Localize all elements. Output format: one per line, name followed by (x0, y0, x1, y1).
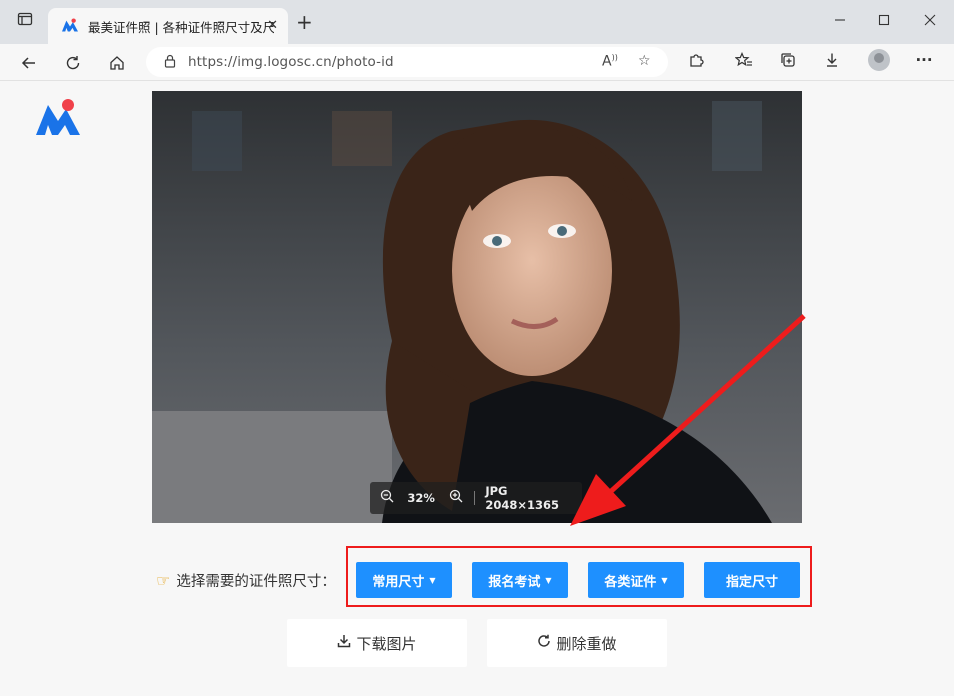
tab-active[interactable]: 最美证件照 | 各种证件照尺寸及尺 ✕ (48, 8, 288, 44)
zoom-level: 32% (407, 491, 435, 505)
pointing-hand-icon: ☞ (156, 571, 171, 590)
certificate-size-button[interactable]: 各类证件 ▼ (588, 562, 684, 598)
uploaded-photo (152, 91, 802, 523)
lock-icon[interactable] (164, 53, 176, 72)
zoom-in-icon[interactable] (447, 489, 464, 507)
image-info: JPG 2048×1365 (485, 484, 559, 512)
plus-icon[interactable]: + (296, 12, 313, 32)
favorites-icon[interactable] (734, 50, 754, 70)
address-bar[interactable]: https://img.logosc.cn/photo-id A)) ☆ (146, 47, 668, 77)
window-icon[interactable] (14, 8, 36, 30)
zoom-out-icon[interactable] (378, 489, 395, 507)
back-icon[interactable] (16, 50, 42, 76)
size-picker-label: ☞ 选择需要的证件照尺寸： (156, 570, 336, 591)
browser-toolbar: https://img.logosc.cn/photo-id A)) ☆ ··· (0, 44, 954, 81)
common-size-button[interactable]: 常用尺寸 ▼ (356, 562, 452, 598)
tab-title: 最美证件照 | 各种证件照尺寸及尺 (88, 19, 274, 35)
exam-size-label: 报名考试 (488, 574, 541, 590)
browser-title-bar: 最美证件照 | 各种证件照尺寸及尺 ✕ + (0, 0, 954, 44)
download-icon (337, 634, 351, 652)
close-icon[interactable]: ✕ (267, 18, 278, 33)
custom-size-label: 指定尺寸 (725, 574, 778, 590)
redo-label: 删除重做 (556, 634, 617, 653)
refresh-icon[interactable] (60, 50, 86, 76)
redo-button[interactable]: 删除重做 (487, 619, 667, 667)
zoom-toolbar: 32% JPG 2048×1365 (370, 482, 582, 514)
url-text: https://img.logosc.cn/photo-id (188, 54, 394, 70)
divider (474, 491, 476, 505)
collections-icon[interactable] (778, 50, 798, 70)
caret-down-icon: ▼ (661, 575, 668, 585)
download-button[interactable]: 下载图片 (287, 619, 467, 667)
certificate-size-label: 各类证件 (604, 574, 657, 590)
extensions-icon[interactable] (686, 50, 706, 70)
caret-down-icon: ▼ (545, 575, 552, 585)
download-label: 下载图片 (356, 634, 417, 653)
custom-size-button[interactable]: 指定尺寸 (704, 562, 800, 598)
maximize-icon[interactable] (874, 10, 894, 30)
refresh-icon (537, 634, 551, 652)
profile-icon[interactable] (868, 49, 890, 71)
close-window-icon[interactable] (920, 10, 940, 30)
more-icon[interactable]: ··· (914, 50, 934, 70)
read-aloud-icon[interactable]: A)) (602, 53, 618, 70)
site-logo[interactable] (36, 99, 80, 135)
tab-favicon (62, 17, 78, 36)
size-picker-label-text: 选择需要的证件照尺寸： (176, 574, 336, 590)
common-size-label: 常用尺寸 (372, 574, 425, 590)
downloads-icon[interactable] (822, 50, 842, 70)
add-favorite-icon[interactable]: ☆ (638, 53, 651, 69)
home-icon[interactable] (104, 50, 130, 76)
caret-down-icon: ▼ (429, 575, 436, 585)
exam-size-button[interactable]: 报名考试 ▼ (472, 562, 568, 598)
minimize-icon[interactable] (830, 10, 850, 30)
